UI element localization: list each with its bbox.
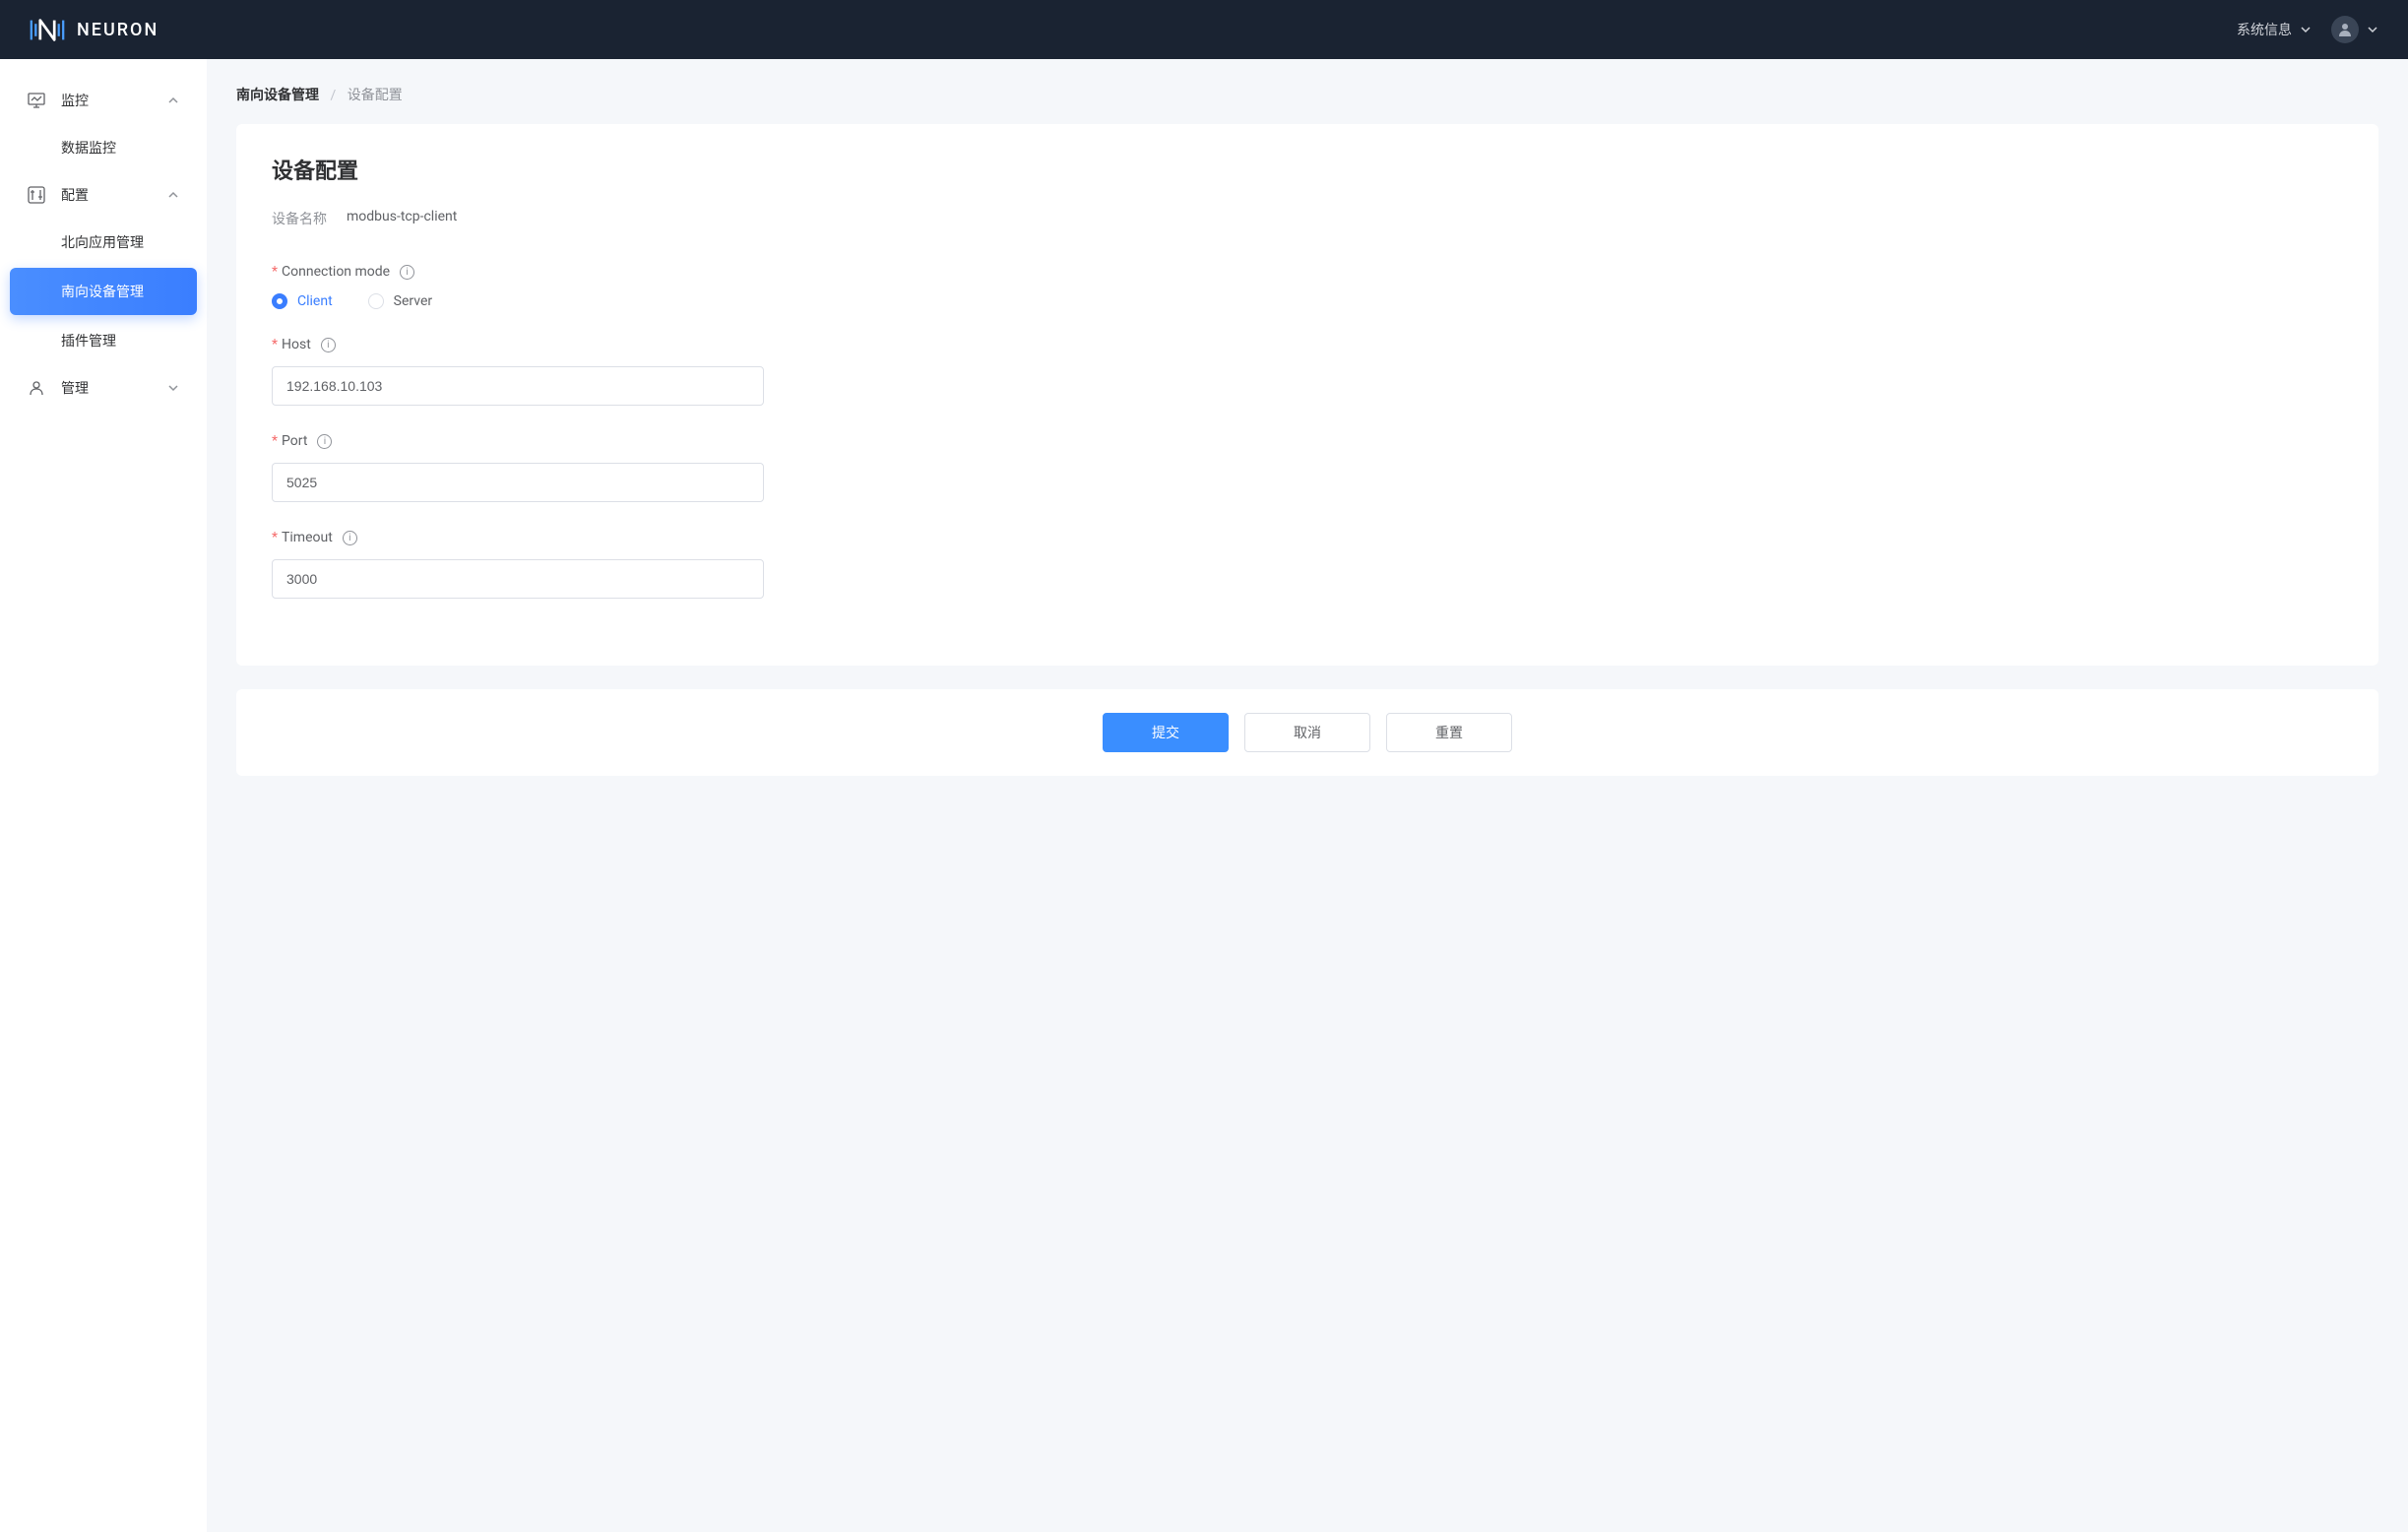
header-right: 系统信息	[2237, 16, 2378, 43]
config-card: 设备配置 设备名称 modbus-tcp-client *Connection …	[236, 124, 2378, 666]
radio-circle-icon	[368, 293, 384, 309]
action-bar: 提交 取消 重置	[236, 689, 2378, 776]
device-name-value: modbus-tcp-client	[347, 209, 457, 228]
logo-icon	[30, 16, 65, 43]
info-icon[interactable]: i	[317, 434, 332, 449]
host-label: *Host	[272, 337, 311, 352]
host-input[interactable]	[272, 366, 764, 406]
chevron-up-icon	[167, 95, 179, 106]
sidebar-item-label: 南向设备管理	[61, 285, 144, 300]
sidebar: 监控 数据监控 配置 北向应用管理 南向设备管理 插件管理	[0, 59, 207, 1532]
sidebar-item-plugin[interactable]: 插件管理	[10, 317, 197, 364]
user-icon	[2337, 22, 2353, 37]
timeout-label: *Timeout	[272, 530, 333, 545]
brand-name: NEURON	[77, 20, 158, 40]
radio-client-label: Client	[297, 293, 333, 309]
info-icon[interactable]: i	[343, 531, 357, 545]
connection-mode-label: *Connection mode	[272, 264, 390, 280]
chevron-down-icon	[167, 382, 179, 394]
chevron-down-icon	[2367, 24, 2378, 35]
form-group-connection-mode: *Connection mode i Client Server	[272, 264, 2343, 309]
logo-area: NEURON	[30, 16, 158, 43]
avatar	[2331, 16, 2359, 43]
breadcrumb-root[interactable]: 南向设备管理	[236, 88, 319, 103]
device-name-row: 设备名称 modbus-tcp-client	[272, 209, 2343, 228]
app-header: NEURON 系统信息	[0, 0, 2408, 59]
sidebar-group-label: 管理	[61, 378, 89, 398]
sidebar-item-data-monitor[interactable]: 数据监控	[10, 124, 197, 171]
sidebar-group-label: 配置	[61, 185, 89, 205]
submit-button[interactable]: 提交	[1103, 713, 1229, 752]
radio-server[interactable]: Server	[368, 293, 432, 309]
reset-button[interactable]: 重置	[1386, 713, 1512, 752]
breadcrumb: 南向设备管理 / 设备配置	[236, 85, 2378, 104]
chevron-down-icon	[2300, 24, 2312, 35]
sidebar-item-label: 北向应用管理	[61, 235, 144, 251]
form-group-timeout: *Timeout i	[272, 530, 2343, 599]
sidebar-group-label: 监控	[61, 91, 89, 110]
sliders-icon	[28, 186, 45, 204]
sidebar-group-monitor[interactable]: 监控	[10, 79, 197, 122]
device-name-label: 设备名称	[272, 209, 327, 228]
port-label: *Port	[272, 433, 307, 449]
timeout-input[interactable]	[272, 559, 764, 599]
user-icon	[28, 379, 45, 397]
info-icon[interactable]: i	[321, 338, 336, 352]
info-icon[interactable]: i	[400, 265, 414, 280]
page-title: 设备配置	[272, 154, 2343, 185]
radio-circle-icon	[272, 293, 287, 309]
sidebar-item-label: 插件管理	[61, 334, 116, 350]
user-menu[interactable]	[2331, 16, 2378, 43]
main-content: 南向设备管理 / 设备配置 设备配置 设备名称 modbus-tcp-clien…	[207, 59, 2408, 1532]
sidebar-item-north-app[interactable]: 北向应用管理	[10, 219, 197, 266]
radio-server-label: Server	[394, 293, 432, 309]
breadcrumb-separator: /	[330, 88, 336, 103]
form-group-host: *Host i	[272, 337, 2343, 406]
sidebar-group-admin[interactable]: 管理	[10, 366, 197, 410]
sidebar-item-south-device[interactable]: 南向设备管理	[10, 268, 197, 315]
system-info-menu[interactable]: 系统信息	[2237, 20, 2312, 39]
monitor-icon	[28, 92, 45, 109]
sidebar-group-config[interactable]: 配置	[10, 173, 197, 217]
chevron-up-icon	[167, 189, 179, 201]
radio-client[interactable]: Client	[272, 293, 333, 309]
breadcrumb-current: 设备配置	[348, 88, 403, 103]
sidebar-item-label: 数据监控	[61, 141, 116, 157]
cancel-button[interactable]: 取消	[1244, 713, 1370, 752]
system-info-label: 系统信息	[2237, 20, 2292, 39]
form-group-port: *Port i	[272, 433, 2343, 502]
port-input[interactable]	[272, 463, 764, 502]
